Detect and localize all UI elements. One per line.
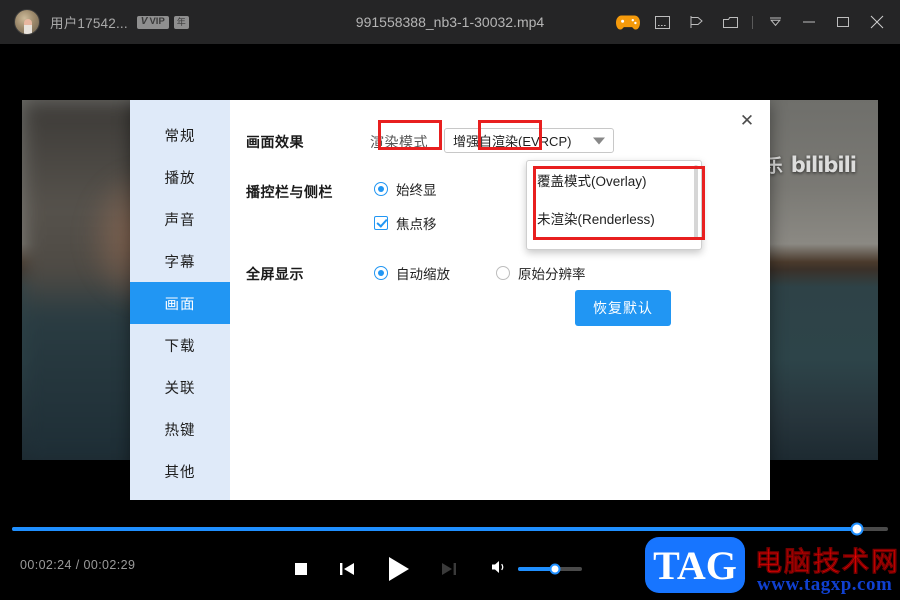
sidebar-item-audio[interactable]: 声音	[130, 198, 230, 240]
window-controls	[611, 5, 900, 39]
sidebar-item-subtitle[interactable]: 字幕	[130, 240, 230, 282]
playbar-label: 播控栏与侧栏	[246, 184, 333, 200]
playback-controls	[278, 550, 582, 588]
year-badge: 年	[173, 15, 189, 29]
radio-icon	[374, 265, 388, 280]
maximize-button[interactable]	[826, 5, 860, 39]
time-display: 00:02:24 / 00:02:29	[20, 558, 135, 572]
playbar-always-show-option[interactable]: 始终显	[374, 179, 437, 199]
volume-slider-thumb[interactable]	[549, 563, 561, 575]
settings-sidebar: 常规 播放 声音 字幕 画面 下载 关联 热键 其他	[130, 100, 230, 500]
sidebar-item-association[interactable]: 关联	[130, 366, 230, 408]
sidebar-label: 常规	[164, 128, 196, 145]
settings-panel-picture: 画面效果 渲染模式 增强自渲染(EVRCP) 播控栏与侧栏 始终显 焦点移 全屏…	[230, 100, 770, 500]
dropdown-scrollbar[interactable]	[694, 165, 698, 239]
volume-icon[interactable]	[490, 559, 508, 580]
user-badges: V VIP 年	[136, 15, 189, 29]
sidebar-label: 其他	[164, 464, 196, 481]
sidebar-label: 关联	[164, 380, 196, 397]
radio-icon	[374, 182, 388, 196]
playbar-always-show-label: 始终显	[396, 183, 437, 198]
sidebar-label: 下载	[164, 338, 196, 355]
play-button[interactable]	[370, 550, 426, 588]
fullscreen-native-res-label: 原始分辨率	[518, 266, 586, 282]
fullscreen-auto-scale-label: 自动缩放	[396, 266, 450, 282]
video-player-window: 用户17542... V VIP 年 991558388_nb3-1-30032…	[0, 0, 900, 600]
sidebar-item-other[interactable]: 其他	[130, 450, 230, 492]
vip-badge-label: VIP	[149, 16, 165, 28]
time-separator: /	[75, 558, 80, 572]
restore-defaults-button[interactable]: 恢复默认	[575, 290, 671, 326]
sidebar-item-playback[interactable]: 播放	[130, 156, 230, 198]
gamepad-icon[interactable]	[611, 5, 645, 39]
sidebar-label: 字幕	[164, 254, 196, 271]
render-mode-dropdown-list[interactable]: 覆盖模式(Overlay) 未渲染(Renderless) 增强型(EVR)	[526, 160, 702, 250]
sidebar-label: 声音	[164, 212, 196, 229]
pin-icon[interactable]	[679, 5, 713, 39]
dropdown-option-label: 增强型(EVR)	[537, 246, 614, 249]
dropdown-option-renderless[interactable]: 未渲染(Renderless)	[527, 199, 701, 237]
next-button[interactable]	[426, 550, 472, 588]
dropdown-option-overlay[interactable]: 覆盖模式(Overlay)	[527, 161, 701, 199]
fullscreen-native-res-option[interactable]: 原始分辨率	[496, 263, 586, 283]
checkbox-icon	[374, 216, 388, 230]
username-label[interactable]: 用户17542...	[50, 12, 128, 32]
render-mode-value: 增强自渲染(EVRCP)	[453, 134, 572, 149]
dropdown-option-label: 覆盖模式(Overlay)	[537, 174, 647, 189]
dropdown-option-label: 未渲染(Renderless)	[537, 212, 655, 227]
vip-badge-v: V	[140, 16, 148, 27]
volume-slider[interactable]	[518, 563, 582, 575]
fullscreen-row: 全屏显示 自动缩放 原始分辨率	[230, 261, 770, 284]
watermark-bilibili: bilibili	[790, 153, 857, 177]
screenshot-icon[interactable]	[645, 5, 679, 39]
sidebar-label: 热键	[164, 422, 196, 439]
dialog-close-icon[interactable]: ✕	[732, 106, 762, 134]
title-bar: 用户17542... V VIP 年 991558388_nb3-1-30032…	[0, 0, 900, 44]
sidebar-label: 画面	[164, 296, 196, 313]
sidebar-item-download[interactable]: 下载	[130, 324, 230, 366]
dropdown-option-evr[interactable]: 增强型(EVR)	[527, 237, 701, 249]
seek-bar-thumb[interactable]	[850, 522, 864, 536]
close-button[interactable]	[860, 5, 894, 39]
sidebar-item-general[interactable]: 常规	[130, 114, 230, 156]
current-time: 00:02:24	[20, 558, 72, 572]
sidebar-label: 播放	[164, 170, 196, 187]
minimize-button[interactable]	[792, 5, 826, 39]
playbar-focus-option[interactable]: 焦点移	[374, 213, 437, 233]
seek-bar-fill	[12, 527, 858, 531]
previous-button[interactable]	[324, 550, 370, 588]
seek-bar[interactable]	[12, 522, 888, 536]
picture-effect-label: 画面效果	[246, 134, 304, 150]
chevron-down-icon	[593, 137, 605, 144]
vip-badge: V VIP	[136, 15, 169, 29]
fullscreen-auto-scale-option[interactable]: 自动缩放	[374, 263, 450, 283]
render-mode-row: 画面效果 渲染模式 增强自渲染(EVRCP)	[230, 128, 770, 153]
render-mode-select[interactable]: 增强自渲染(EVRCP)	[444, 128, 614, 153]
playbar-focus-label: 焦点移	[396, 217, 437, 232]
toolbar-divider	[752, 15, 753, 29]
settings-dialog: ✕ 常规 播放 声音 字幕 画面 下载 关联 热键 其他 画面效果 渲染模式 增…	[130, 100, 770, 500]
menu-dropdown-icon[interactable]	[758, 5, 792, 39]
total-time: 00:02:29	[83, 558, 136, 572]
render-mode-label: 渲染模式	[370, 134, 428, 150]
volume-control	[490, 559, 582, 580]
site-url-label: www.tagxp.com	[757, 574, 893, 595]
stop-button[interactable]	[278, 550, 324, 588]
sidebar-item-picture[interactable]: 画面	[130, 282, 230, 324]
tag-logo: TAG	[645, 537, 745, 593]
radio-icon	[496, 265, 510, 280]
fullscreen-label: 全屏显示	[246, 266, 304, 282]
avatar[interactable]	[14, 9, 40, 35]
sidebar-item-hotkeys[interactable]: 热键	[130, 408, 230, 450]
folder-icon[interactable]	[713, 5, 747, 39]
